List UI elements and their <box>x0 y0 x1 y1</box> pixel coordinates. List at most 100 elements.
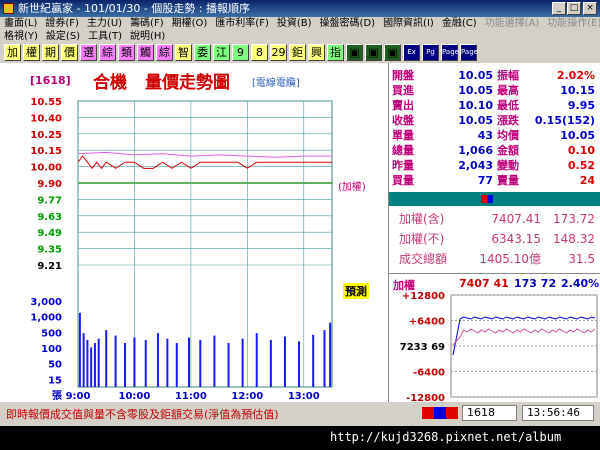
menu-row-1: 畫面(L) 證券(F) 主力(U) 籌碼(F) 期權(O) 匯市利率(F) 投資(B) 操盤密… <box>4 17 600 30</box>
mini-index-line <box>452 316 596 356</box>
toolbar-button[interactable]: Pg <box>422 44 439 61</box>
price-tick-label: 9.63 <box>37 212 62 223</box>
toolbar-button[interactable]: ▣ <box>365 44 382 61</box>
menu-item[interactable]: 功能選擇(A) <box>485 18 540 29</box>
quote-row: 買量 77 賣量 24 <box>389 174 600 187</box>
maximize-button[interactable]: □ <box>567 2 581 15</box>
time-tick-label: 10:00 <box>119 391 151 402</box>
menu-item[interactable]: 功能操作(E) <box>547 18 600 29</box>
menu-item[interactable]: 格視(Y) <box>4 31 38 42</box>
menu-item[interactable]: 工具(T) <box>88 31 122 42</box>
toolbar-button[interactable]: 權 <box>23 44 40 61</box>
toolbar-button[interactable]: 期 <box>42 44 59 61</box>
quote-b: 2,043 <box>458 159 493 172</box>
price-volume-chart: 10.55 10.40 10.25 10.15 10.00 9.90 9.77 9.63 9.4… <box>30 97 333 402</box>
time-tick-label: 12:00 <box>231 391 263 402</box>
quote-b: 77 <box>477 174 493 187</box>
quote-c: 變動 <box>497 159 519 172</box>
price-tick-label: 9.21 <box>37 261 62 272</box>
menu-item[interactable]: 畫面(L) <box>4 18 37 29</box>
toolbar-button[interactable]: 9 <box>232 44 249 61</box>
menu-item[interactable]: 匯市利率(F) <box>215 18 269 29</box>
menu-item[interactable]: 設定(S) <box>46 31 80 42</box>
status-bar: 即時報價成交值與量不含零股及鉅額交易(淨值為預估值) 1618 13:56:46 <box>0 402 600 426</box>
quote-d: 10.05 <box>560 129 595 142</box>
toolbar-button[interactable]: Page <box>460 44 478 61</box>
volume-tick-label: 張 <box>52 390 63 402</box>
toolbar-button[interactable]: 觸 <box>137 44 154 61</box>
index-row: 加權(不) 6343.15 148.32 <box>389 233 600 246</box>
toolbar-button[interactable]: Ex <box>403 44 420 61</box>
toolbar-button[interactable]: 江 <box>213 44 230 61</box>
toolbar-button[interactable]: 鉅 <box>289 44 306 61</box>
quote-row: 單量 43 均價 10.05 <box>389 129 600 142</box>
quote-d: 24 <box>579 174 595 187</box>
volume-tick-label: 100 <box>41 344 62 355</box>
quote-a: 買進 <box>392 84 414 97</box>
index-label: 成交總額 <box>399 252 448 266</box>
toolbar-button[interactable]: 價 <box>61 44 78 61</box>
toolbar-button[interactable]: 8 <box>251 44 268 61</box>
menu-item[interactable]: 主力(U) <box>87 18 122 29</box>
toolbar-button[interactable]: ▣ <box>384 44 401 61</box>
toolbar-button[interactable]: 綜 <box>156 44 173 61</box>
mini-index-pct: 2.40% <box>561 277 600 290</box>
quote-d: 0.52 <box>567 159 595 172</box>
menu-item[interactable]: 國際資訊(I) <box>383 18 434 29</box>
toolbar-button[interactable]: 類 <box>118 44 135 61</box>
quote-d: 10.15 <box>560 84 595 97</box>
menu-item[interactable]: 期權(O) <box>172 18 208 29</box>
toolbar-button[interactable]: 指 <box>327 44 344 61</box>
toolbar-button[interactable]: 綜 <box>99 44 116 61</box>
close-button[interactable]: × <box>583 2 597 15</box>
volume-bar <box>86 339 89 387</box>
toolbar-button[interactable]: Page <box>441 44 459 61</box>
volume-bar <box>166 338 169 387</box>
prediction-badge[interactable]: 預測 <box>343 283 369 299</box>
mini-tick-label: +12800 <box>402 291 445 302</box>
quote-b: 10.05 <box>458 69 493 82</box>
quote-a: 賣出 <box>392 99 414 112</box>
quote-c: 均價 <box>497 129 519 142</box>
volume-bar <box>156 333 159 387</box>
volume-bar <box>188 337 191 387</box>
toolbar-button[interactable]: ▣ <box>346 44 363 61</box>
toolbar-button[interactable]: 29 <box>270 44 287 61</box>
price-tick-label: 9.35 <box>37 245 62 256</box>
volume-bar <box>124 343 127 387</box>
stock-code-input[interactable]: 1618 <box>462 405 517 421</box>
volume-bar <box>269 339 272 387</box>
volume-bar <box>133 337 136 387</box>
toolbar-button[interactable]: 興 <box>308 44 325 61</box>
index-change: 173.72 <box>553 212 595 226</box>
bid-ask-bar <box>389 192 600 206</box>
quote-d: 9.95 <box>567 99 595 112</box>
toolbar-button[interactable]: 委 <box>194 44 211 61</box>
quote-row: 昨量 2,043 變動 0.52 <box>389 159 600 172</box>
window-title: 新世紀贏家 - 101/01/30 - 個股走勢 : 播報順序 <box>18 2 251 15</box>
index-label: 加權(不) <box>399 232 445 246</box>
menu-item[interactable]: 操盤密碼(D) <box>320 18 376 29</box>
toolbar-button[interactable]: 加 <box>4 44 21 61</box>
menu-item[interactable]: 證券(F) <box>45 18 79 29</box>
index-row: 成交總額 1405.10億 31.5 <box>389 253 600 266</box>
quote-a: 單量 <box>392 129 414 142</box>
menu-item[interactable]: 說明(H) <box>130 31 165 42</box>
volume-bar <box>105 330 108 387</box>
menu-item[interactable]: 投資(B) <box>277 18 312 29</box>
quote-d: 0.10 <box>567 144 595 157</box>
toolbar-button[interactable]: 選 <box>80 44 97 61</box>
album-url: http://kujd3268.pixnet.net/album <box>330 430 562 444</box>
app-icon <box>3 3 14 14</box>
mini-tick-label: 7233 69 <box>400 342 445 353</box>
volume-tick-label: 3,000 <box>30 297 62 308</box>
menu-item[interactable]: 金融(C) <box>442 18 477 29</box>
quote-b: 10.10 <box>458 99 493 112</box>
quote-row: 總量 1,066 金額 0.10 <box>389 144 600 157</box>
mini-volume-line <box>452 328 596 346</box>
volume-bar <box>329 322 332 387</box>
minimize-button[interactable]: _ <box>552 2 566 15</box>
toolbar-button[interactable]: 智 <box>175 44 192 61</box>
menu-item[interactable]: 籌碼(F) <box>130 18 164 29</box>
volume-bar <box>241 338 244 387</box>
